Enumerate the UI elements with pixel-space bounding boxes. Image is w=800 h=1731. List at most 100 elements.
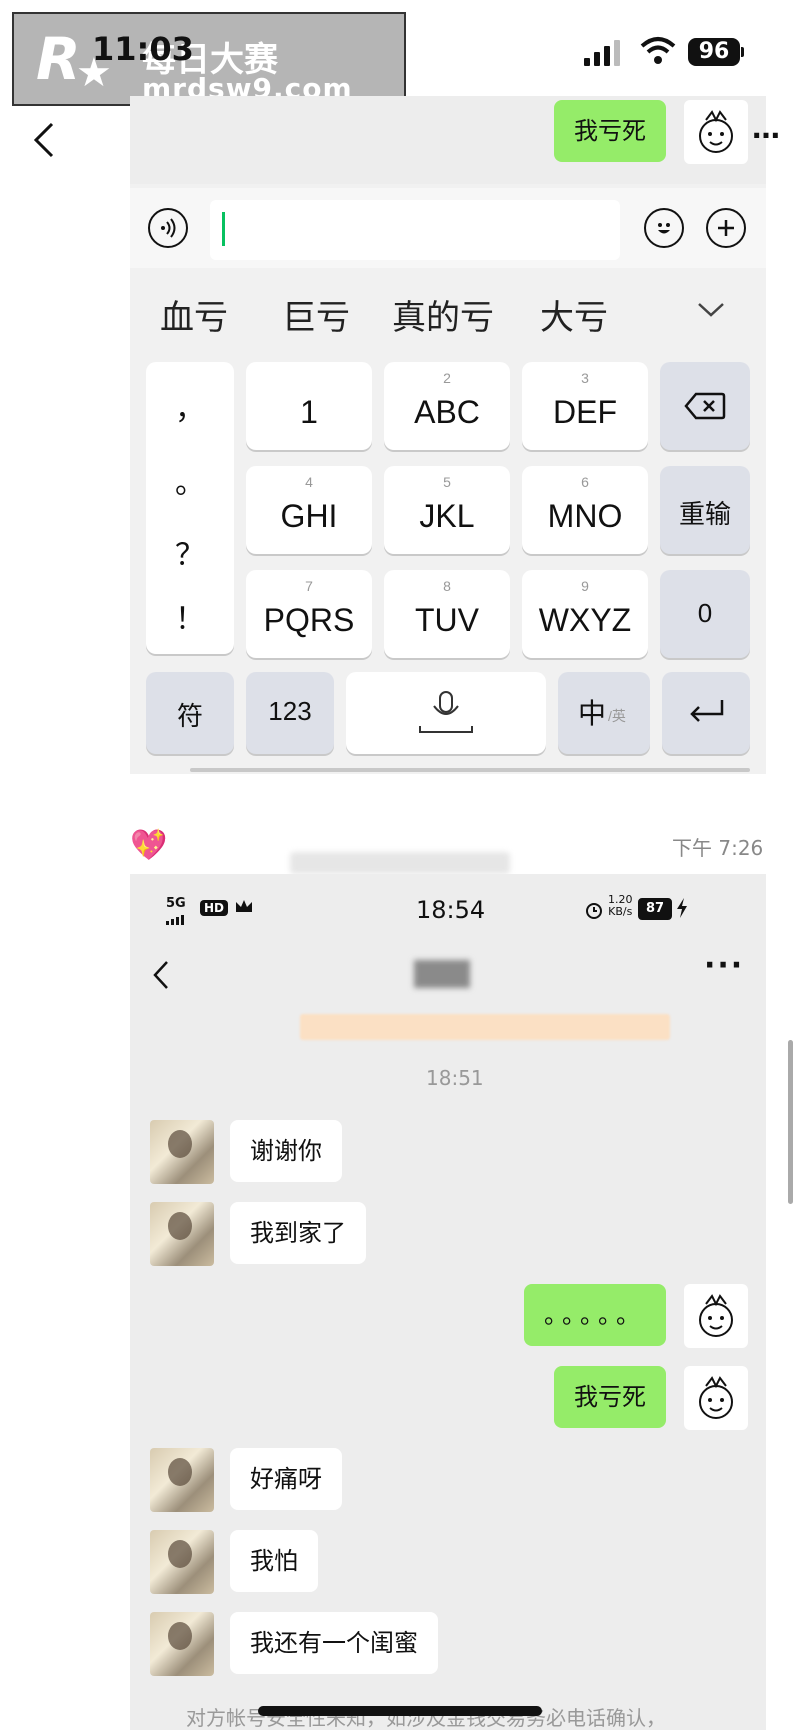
- key-label: DEF: [553, 394, 617, 430]
- blurred-text: [290, 852, 510, 874]
- key-7[interactable]: 7 PQRS: [246, 570, 372, 658]
- key-4[interactable]: 4 GHI: [246, 466, 372, 554]
- chat-timestamp: 18:51: [426, 1066, 484, 1090]
- inner-more-icon[interactable]: ···: [704, 948, 744, 983]
- net-speed: 1.20 KB/s: [608, 894, 633, 918]
- chevron-down-icon[interactable]: [696, 300, 726, 324]
- key-label: GHI: [280, 498, 338, 534]
- candidate-4[interactable]: 大亏: [540, 290, 608, 339]
- retype-key[interactable]: 重输: [660, 466, 750, 554]
- blurred-notice: [300, 1014, 670, 1040]
- key-label: ABC: [414, 394, 480, 430]
- retype-label: 重输: [678, 499, 731, 529]
- symbols-label: 符: [176, 701, 203, 731]
- chat-screenshot: 5G HD 18:54 1.20 KB/s 87 ··· 18:51 谢谢你 我…: [130, 874, 766, 1730]
- contact-avatar[interactable]: [150, 1448, 214, 1512]
- back-arrow-icon[interactable]: [30, 120, 60, 160]
- message-input[interactable]: [210, 200, 620, 260]
- network-label: 5G: [166, 896, 186, 911]
- microphone-icon: [418, 690, 474, 741]
- received-message: 谢谢你: [230, 1120, 342, 1182]
- candidate-2[interactable]: 巨亏: [282, 290, 350, 339]
- chat-area: 我亏死 …: [130, 96, 780, 184]
- scrollbar[interactable]: [788, 1040, 793, 1204]
- key-digit: 3: [581, 370, 589, 386]
- enter-key[interactable]: [662, 672, 750, 754]
- inner-battery: 87: [638, 898, 672, 920]
- keyboard-screenshot: 我亏死 … 血亏 巨亏 真的亏 大亏 ， 。 ？ ！ 1 2 ABC 3 DEF…: [130, 96, 780, 774]
- key-9[interactable]: 9 WXYZ: [522, 570, 648, 658]
- lang-alt-label: /英: [608, 708, 626, 724]
- key-digit: 7: [305, 578, 313, 594]
- battery-tip: [741, 47, 744, 57]
- backspace-icon: [684, 392, 726, 425]
- sticker-avatar[interactable]: [684, 1366, 748, 1430]
- lang-main-label: 中: [578, 698, 607, 729]
- key-digit: 9: [581, 578, 589, 594]
- more-icon[interactable]: …: [752, 112, 780, 145]
- sent-message: 我亏死: [554, 100, 666, 162]
- key-label: PQRS: [263, 602, 355, 638]
- hd-badge: HD: [200, 900, 229, 916]
- contact-avatar[interactable]: [150, 1530, 214, 1594]
- return-icon: [686, 698, 728, 731]
- alarm-icon: [584, 900, 604, 924]
- candidate-1[interactable]: 血亏: [160, 290, 228, 339]
- key-label: MNO: [547, 498, 623, 534]
- key-digit: 8: [443, 578, 451, 594]
- received-message: 我到家了: [230, 1202, 366, 1264]
- key-2[interactable]: 2 ABC: [384, 362, 510, 450]
- cellular-signal-icon: [584, 40, 624, 66]
- language-switch-key[interactable]: 中 /英: [558, 672, 650, 754]
- key-digit: 2: [443, 370, 451, 386]
- heart-icon: 💖: [130, 828, 168, 863]
- key-label: 0: [697, 598, 713, 628]
- candidate-bar: 血亏 巨亏 真的亏 大亏: [130, 276, 766, 348]
- key-1[interactable]: 1: [246, 362, 372, 450]
- status-time: 11:03: [92, 30, 194, 68]
- wifi-icon: [640, 36, 676, 66]
- watermark: R ★ 每日大赛 mrdsw9.com: [12, 12, 406, 106]
- numbers-key[interactable]: 123: [246, 672, 334, 754]
- received-message: 我还有一个闺蜜: [230, 1612, 438, 1674]
- received-message: 好痛呀: [230, 1448, 342, 1510]
- symbols-key[interactable]: 符: [146, 672, 234, 754]
- sticker-avatar: [684, 100, 748, 164]
- inner-status-time: 18:54: [416, 896, 486, 924]
- candidate-3[interactable]: 真的亏: [392, 290, 494, 339]
- sticker-avatar[interactable]: [684, 1284, 748, 1348]
- contact-avatar[interactable]: [150, 1202, 214, 1266]
- key-label: WXYZ: [538, 602, 632, 638]
- backspace-key[interactable]: [660, 362, 750, 450]
- sent-message: 我亏死: [554, 1366, 666, 1428]
- keyboard-bottom-bar: [190, 768, 750, 772]
- crown-icon: [234, 898, 254, 918]
- emoji-icon[interactable]: [644, 208, 684, 248]
- voice-icon[interactable]: [148, 208, 188, 248]
- key-digit: 6: [581, 474, 589, 490]
- key-0[interactable]: 0: [660, 570, 750, 658]
- key-8[interactable]: 8 TUV: [384, 570, 510, 658]
- net-speed-unit: KB/s: [608, 905, 633, 918]
- key-label: TUV: [415, 602, 479, 638]
- numbers-label: 123: [268, 696, 312, 726]
- key-label: 1: [300, 394, 318, 430]
- contact-avatar[interactable]: [150, 1120, 214, 1184]
- key-5[interactable]: 5 JKL: [384, 466, 510, 554]
- inner-back-icon[interactable]: [152, 960, 170, 994]
- key-digit: 5: [443, 474, 451, 490]
- punctuation-key[interactable]: ， 。 ？ ！: [146, 362, 234, 654]
- comma-label: ，: [175, 393, 205, 426]
- plus-icon[interactable]: [706, 208, 746, 248]
- post-timestamp: 下午 7:26: [672, 836, 764, 860]
- contact-avatar[interactable]: [150, 1612, 214, 1676]
- key-6[interactable]: 6 MNO: [522, 466, 648, 554]
- charging-icon: [676, 898, 688, 922]
- exclaim-label: ！: [175, 603, 205, 636]
- key-label: JKL: [419, 498, 475, 534]
- home-indicator: [258, 1706, 542, 1716]
- received-message: 我怕: [230, 1530, 318, 1592]
- question-label: ？: [175, 539, 205, 572]
- space-key[interactable]: [346, 672, 546, 754]
- key-3[interactable]: 3 DEF: [522, 362, 648, 450]
